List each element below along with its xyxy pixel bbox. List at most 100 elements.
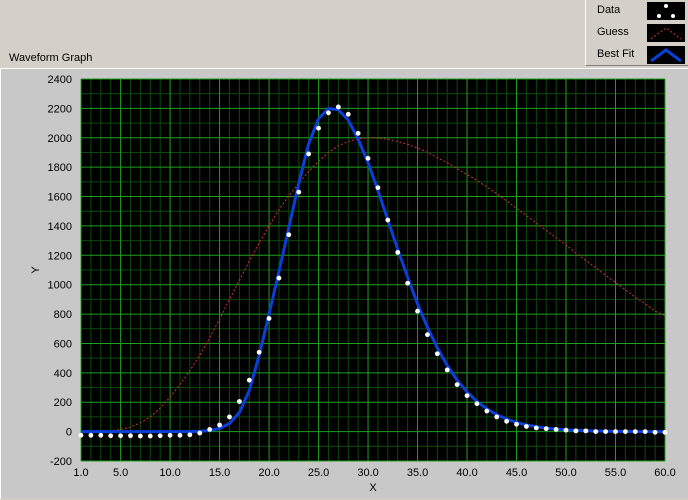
data-point: [573, 428, 579, 434]
x-tick-labels: 1.0 5.0 10.0 15.0 20.0 25.0 30.0 35.0 40.0 45.0 50…: [73, 467, 675, 479]
data-point: [514, 421, 519, 427]
x-tick-label: 35.0: [407, 467, 428, 479]
data-point: [524, 424, 529, 429]
data-point: [375, 185, 381, 191]
legend-swatch-points-icon[interactable]: [647, 2, 685, 20]
data-point: [88, 432, 94, 438]
x-tick-label: 40.0: [456, 467, 477, 479]
data-point: [642, 429, 648, 435]
data-point: [217, 422, 222, 428]
data-point: [405, 280, 411, 286]
data-point: [197, 430, 203, 436]
data-point: [474, 401, 480, 407]
data-point: [286, 232, 292, 238]
data-point: [306, 151, 312, 157]
data-point: [98, 432, 104, 438]
data-point: [623, 429, 628, 435]
data-point: [316, 125, 321, 131]
plot-legend[interactable]: Data Guess Best Fit: [585, 0, 688, 66]
data-point: [296, 189, 302, 195]
data-point: [444, 367, 450, 373]
y-tick-label: 1000: [48, 280, 72, 292]
legend-item-guess[interactable]: Guess: [586, 22, 688, 44]
legend-item-data[interactable]: Data: [586, 0, 688, 22]
data-point: [187, 432, 193, 438]
legend-item-best-fit[interactable]: Best Fit: [586, 44, 688, 66]
data-point: [494, 414, 500, 420]
data-point: [603, 429, 609, 435]
legend-swatch-dashed-icon[interactable]: [647, 24, 685, 42]
y-tick-label: 1600: [48, 192, 72, 204]
data-point: [157, 433, 163, 439]
y-tick-label: 200: [54, 397, 72, 409]
y-tick-label: 1400: [48, 221, 72, 233]
data-point: [137, 433, 143, 439]
x-tick-label: 55.0: [605, 467, 626, 479]
data-point: [355, 130, 361, 136]
data-point: [256, 349, 262, 355]
data-point: [246, 377, 252, 383]
data-point: [563, 427, 569, 433]
data-point: [236, 399, 242, 404]
data-point: [128, 433, 133, 439]
data-point: [484, 408, 490, 414]
data-point: [177, 432, 183, 438]
y-tick-label: 600: [54, 338, 72, 350]
x-tick-label: 45.0: [506, 467, 527, 479]
x-tick-label: 5.0: [113, 467, 128, 479]
x-tick-label: 1.0: [73, 467, 88, 479]
data-point: [454, 382, 460, 387]
data-point: [425, 332, 430, 338]
x-tick-label: 60.0: [654, 467, 675, 479]
waveform-graph-plot[interactable]: 1.0 5.0 10.0 15.0 20.0 25.0 30.0 35.0 40.0 45.0 50…: [1, 69, 688, 500]
data-point: [227, 414, 232, 420]
data-point: [543, 426, 549, 432]
data-point: [464, 393, 470, 399]
y-tick-label: 2000: [48, 133, 72, 145]
x-tick-label: 20.0: [258, 467, 279, 479]
x-tick-label: 30.0: [357, 467, 378, 479]
graph-label: Waveform Graph: [9, 52, 93, 64]
y-tick-label: 1800: [48, 162, 72, 174]
data-point: [434, 351, 440, 357]
y-tick-label: 1200: [48, 250, 72, 262]
data-point: [118, 433, 123, 439]
legend-label-guess: Guess: [597, 26, 629, 38]
data-point: [207, 427, 213, 432]
legend-swatch-solid-icon[interactable]: [647, 46, 685, 64]
x-tick-label: 10.0: [159, 467, 180, 479]
data-point: [593, 429, 599, 435]
data-point: [266, 316, 272, 321]
y-tick-label: 400: [54, 368, 72, 380]
y-tick-label: 800: [54, 309, 72, 321]
data-point: [78, 432, 84, 438]
y-tick-labels: -200 0 200 400 600 800 1000 1200 1400 1600 1800 200…: [48, 74, 72, 468]
data-point: [533, 425, 539, 431]
legend-label-best-fit: Best Fit: [597, 48, 635, 60]
y-tick-label: 2200: [48, 103, 72, 115]
data-point: [652, 429, 658, 435]
data-point: [553, 427, 559, 432]
y-tick-label: 2400: [48, 74, 72, 86]
data-point: [632, 429, 638, 435]
x-tick-label: 15.0: [209, 467, 230, 479]
data-point: [395, 249, 401, 255]
y-axis-title: Y: [30, 266, 42, 274]
data-point: [345, 111, 351, 117]
data-point: [385, 217, 391, 223]
data-point: [583, 428, 589, 434]
data-point: [504, 418, 510, 424]
data-point: [108, 433, 114, 439]
data-point: [613, 429, 618, 435]
y-tick-label: 0: [66, 427, 72, 439]
data-point: [326, 110, 331, 116]
x-tick-label: 25.0: [308, 467, 329, 479]
x-tick-label: 50.0: [555, 467, 576, 479]
data-point: [662, 429, 668, 435]
y-tick-label: -200: [50, 456, 72, 468]
graph-frame: 1.0 5.0 10.0 15.0 20.0 25.0 30.0 35.0 40.0 45.0 50…: [0, 68, 688, 499]
data-point: [147, 433, 153, 439]
data-point: [415, 308, 420, 314]
x-axis-title: X: [369, 482, 377, 494]
data-point: [167, 432, 173, 438]
